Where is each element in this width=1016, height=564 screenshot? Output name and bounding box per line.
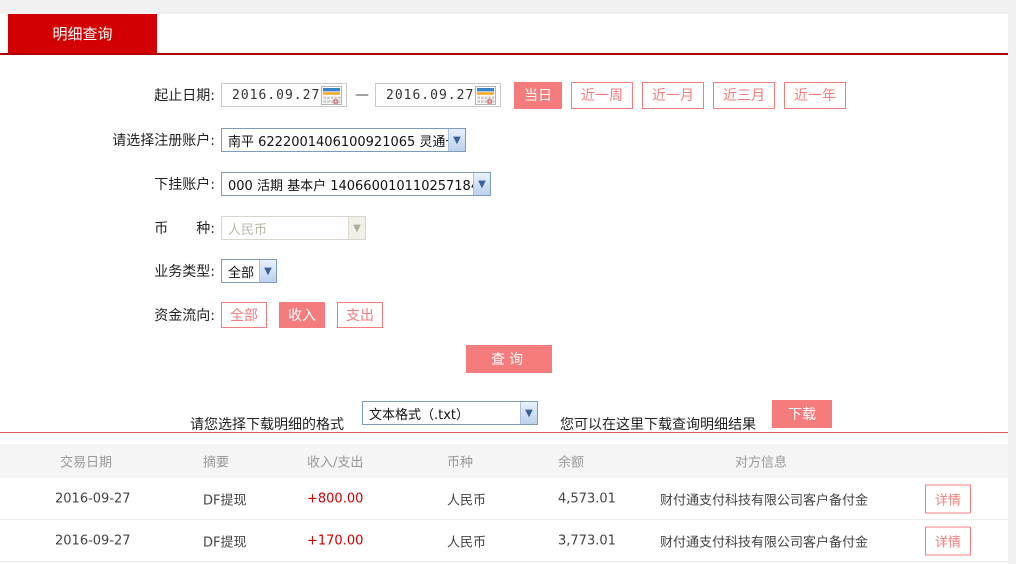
flow-btn-income-label: 收入 (288, 308, 316, 324)
flow-btn-expense[interactable]: 支出 (337, 302, 383, 328)
flow-btn-expense-label: 支出 (346, 308, 374, 324)
quick-btn-today[interactable]: 当日 (514, 81, 562, 109)
flow-btn-income[interactable]: 收入 (279, 302, 325, 328)
cell-currency: 人民币 (447, 493, 487, 508)
tab-underline (0, 53, 1008, 55)
header-currency: 币种 (447, 455, 474, 471)
register-account-select[interactable]: 南平 6222001406100921065 灵通卡 ▼ (221, 128, 466, 152)
sub-account-label: 下挂账户: (154, 177, 215, 193)
sub-account-value: 000 活期 基本户 1406600101102571848 (228, 178, 473, 194)
quick-btn-week[interactable]: 近一周 (571, 81, 633, 109)
business-type-label: 业务类型: (154, 264, 215, 280)
chevron-down-icon[interactable]: ▼ (259, 260, 276, 282)
fund-direction-label: 资金流向: (154, 308, 215, 324)
content-panel: 明细查询 起止日期: 2016.09.27 — 2016.09.27 当日 近一… (0, 14, 1008, 564)
query-button[interactable]: 查询 (466, 345, 552, 373)
quick-btn-3months-label: 近三月 (723, 88, 765, 104)
table-row: 2016-09-27 DF提现 +170.00 人民币 3,773.01 财付通… (0, 520, 1008, 562)
register-account-value: 南平 6222001406100921065 灵通卡 (228, 134, 448, 150)
table-top-divider (0, 432, 1008, 433)
download-format-select[interactable]: 文本格式（.txt） ▼ (362, 401, 538, 425)
cell-amount: +800.00 (307, 491, 364, 506)
date-range-row: 起止日期: 2016.09.27 — 2016.09.27 当日 近一周 近一月… (0, 81, 846, 109)
tab-detail-query[interactable]: 明细查询 (8, 14, 157, 53)
start-date-input[interactable]: 2016.09.27 (221, 83, 347, 107)
download-hint: 您可以在这里下载查询明细结果 (560, 417, 756, 433)
quick-btn-month-label: 近一月 (652, 88, 694, 104)
cell-date: 2016-09-27 (55, 491, 131, 506)
query-button-label: 查询 (491, 352, 527, 368)
cell-balance: 4,573.01 (558, 491, 616, 506)
business-type-select[interactable]: 全部 ▼ (221, 259, 277, 283)
header-date: 交易日期 (60, 455, 113, 471)
chevron-down-icon[interactable]: ▼ (473, 173, 490, 195)
table-row: 2016-09-27 DF提现 +800.00 人民币 4,573.01 财付通… (0, 478, 1008, 520)
end-date-input[interactable]: 2016.09.27 (375, 83, 501, 107)
business-type-value: 全部 (228, 265, 255, 281)
quick-btn-year-label: 近一年 (794, 88, 836, 104)
end-date-value: 2016.09.27 (386, 87, 475, 103)
header-amount: 收入/支出 (307, 455, 364, 471)
quick-btn-week-label: 近一周 (581, 88, 623, 104)
download-button-label: 下载 (788, 407, 816, 423)
cell-summary: DF提现 (203, 493, 247, 508)
cell-counterparty: 财付通支付科技有限公司客户备付金 (660, 493, 869, 508)
currency-value: 人民币 (228, 222, 268, 238)
cell-balance: 3,773.01 (558, 533, 616, 548)
download-button[interactable]: 下载 (772, 400, 832, 428)
register-account-label: 请选择注册账户: (112, 133, 215, 149)
detail-button[interactable]: 详情 (925, 526, 972, 555)
sub-account-row: 下挂账户: 000 活期 基本户 1406600101102571848 ▼ (0, 171, 491, 197)
date-range-label: 起止日期: (154, 88, 215, 104)
register-account-row: 请选择注册账户: 南平 6222001406100921065 灵通卡 ▼ (0, 127, 466, 153)
tab-label: 明细查询 (52, 25, 113, 43)
table-header: 交易日期 摘要 收入/支出 币种 余额 对方信息 (0, 444, 1008, 478)
quick-btn-3months[interactable]: 近三月 (713, 81, 775, 109)
currency-label: 币 种: (154, 221, 215, 237)
quick-btn-today-label: 当日 (524, 88, 552, 104)
cell-currency: 人民币 (447, 535, 487, 550)
quick-btn-year[interactable]: 近一年 (784, 81, 846, 109)
header-summary: 摘要 (203, 455, 230, 471)
sub-account-select[interactable]: 000 活期 基本户 1406600101102571848 ▼ (221, 172, 491, 196)
quick-btn-month[interactable]: 近一月 (642, 81, 704, 109)
header-balance: 余额 (558, 455, 585, 471)
start-date-value: 2016.09.27 (232, 87, 321, 103)
currency-select: 人民币 ▼ (221, 216, 366, 240)
date-separator: — (355, 87, 369, 103)
flow-btn-all[interactable]: 全部 (221, 302, 267, 328)
calendar-icon[interactable] (321, 85, 342, 105)
chevron-down-icon[interactable]: ▼ (448, 129, 465, 151)
cell-summary: DF提现 (203, 535, 247, 550)
chevron-down-icon[interactable]: ▼ (520, 402, 537, 424)
cell-amount: +170.00 (307, 533, 364, 548)
currency-row: 币 种: 人民币 ▼ (0, 215, 366, 241)
cell-date: 2016-09-27 (55, 533, 131, 548)
download-format-label: 请您选择下载明细的格式 (190, 417, 344, 433)
calendar-icon[interactable] (475, 85, 496, 105)
chevron-down-icon: ▼ (348, 217, 365, 239)
download-format-value: 文本格式（.txt） (369, 407, 470, 423)
fund-direction-row: 资金流向: 全部 收入 支出 (0, 301, 395, 329)
cell-counterparty: 财付通支付科技有限公司客户备付金 (660, 535, 869, 550)
header-counterparty: 对方信息 (735, 455, 788, 471)
detail-button[interactable]: 详情 (925, 484, 972, 513)
flow-btn-all-label: 全部 (230, 308, 258, 324)
business-type-row: 业务类型: 全部 ▼ (0, 258, 277, 284)
